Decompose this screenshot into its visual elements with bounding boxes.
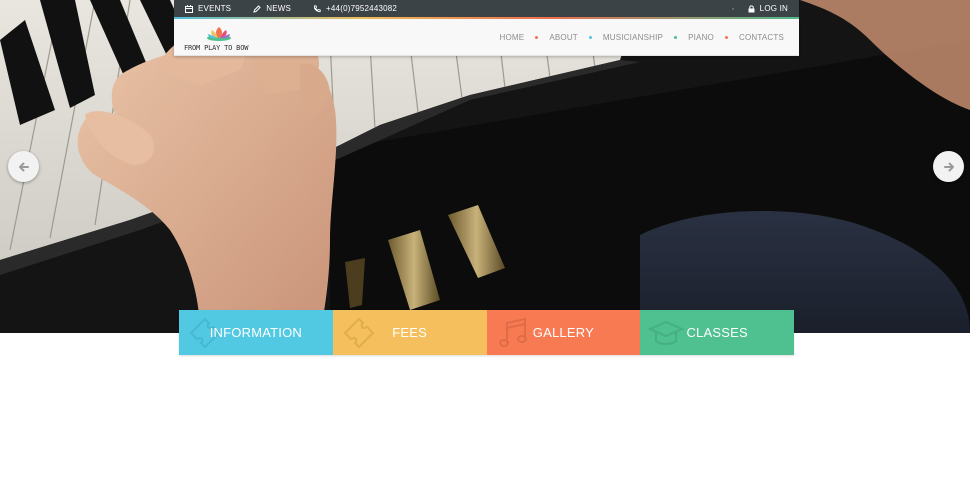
- top-bar: EVENTS NEWS +44(0)7952443082 LOG IN: [174, 0, 799, 17]
- tile-fees-label: FEES: [392, 325, 427, 340]
- login-link[interactable]: LOG IN: [748, 4, 788, 13]
- site-logo[interactable]: FROM PLAY TO BOW: [184, 24, 254, 54]
- news-label: NEWS: [266, 4, 292, 13]
- pencil-icon: [253, 4, 261, 13]
- nav-home[interactable]: HOME: [500, 33, 525, 42]
- tile-classes[interactable]: CLASSES: [640, 310, 794, 355]
- nav-musicianship[interactable]: MUSICIANSHIP: [603, 33, 663, 42]
- tile-fees[interactable]: FEES: [332, 310, 487, 355]
- tile-classes-label: CLASSES: [686, 325, 748, 340]
- arrow-left-icon: [18, 161, 30, 173]
- nav-separator-dot: [588, 36, 592, 39]
- separator-dot: [731, 7, 734, 10]
- phone-number: +44(0)7952443082: [326, 4, 398, 13]
- graduation-cap-icon: [647, 315, 685, 354]
- nav-contacts[interactable]: CONTACTS: [739, 33, 784, 42]
- main-nav: HOME ABOUT MUSICIANSHIP PIANO CONTACTS: [500, 19, 784, 56]
- news-link[interactable]: NEWS: [253, 4, 291, 13]
- login-label: LOG IN: [759, 4, 788, 13]
- slider-next-button[interactable]: [933, 151, 964, 182]
- tile-information-label: INFORMATION: [209, 325, 302, 340]
- nav-piano[interactable]: PIANO: [688, 33, 714, 42]
- events-link[interactable]: EVENTS: [185, 4, 231, 13]
- arrow-right-icon: [943, 161, 955, 173]
- lock-icon: [748, 4, 755, 13]
- slider-prev-button[interactable]: [8, 151, 39, 182]
- site-header: FROM PLAY TO BOW HOME ABOUT MUSICIANSHIP…: [174, 19, 799, 56]
- tile-gallery-label: GALLERY: [532, 325, 594, 340]
- phone-icon: [313, 4, 321, 13]
- music-note-icon: [495, 315, 531, 354]
- ticket-icon: [341, 315, 377, 354]
- nav-separator-dot: [535, 36, 539, 39]
- calendar-icon: [185, 4, 193, 13]
- nav-about[interactable]: ABOUT: [549, 33, 578, 42]
- tile-information[interactable]: INFORMATION: [179, 310, 333, 355]
- phone-link[interactable]: +44(0)7952443082: [313, 4, 397, 13]
- events-label: EVENTS: [198, 4, 232, 13]
- lotus-icon: [207, 27, 231, 41]
- feature-tiles: INFORMATION FEES GALLERY CLASSES: [179, 310, 794, 355]
- nav-separator-dot: [674, 36, 678, 39]
- logo-text: FROM PLAY TO BOW: [184, 44, 249, 52]
- nav-separator-dot: [724, 36, 728, 39]
- tile-gallery[interactable]: GALLERY: [486, 310, 641, 355]
